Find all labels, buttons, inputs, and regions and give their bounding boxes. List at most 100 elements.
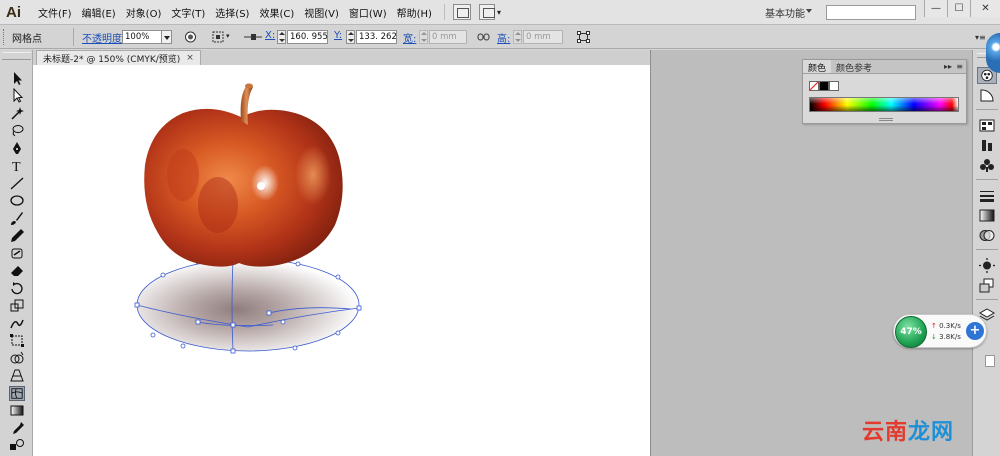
transparency-icon[interactable] [977, 227, 997, 244]
chevron-down-icon[interactable] [806, 9, 812, 13]
chevron-down-icon[interactable]: ▾ [226, 32, 230, 40]
anchor-point-icon[interactable] [244, 31, 262, 43]
document-tab-title: 未标题-2* @ 150% (CMYK/预览) [43, 54, 181, 65]
collapse-panel-icon[interactable]: ▸▸ [944, 62, 952, 71]
menu-window[interactable]: 窗口(W) [349, 5, 387, 20]
tab-color[interactable]: 颜色 [803, 60, 832, 74]
stroke-icon[interactable] [977, 187, 997, 204]
paintbrush-tool-icon[interactable] [9, 211, 25, 226]
ellipse-tool-icon[interactable] [9, 193, 25, 208]
blend-tool-icon[interactable] [9, 438, 25, 453]
bridge-icon[interactable] [452, 4, 471, 20]
x-stepper[interactable] [277, 30, 286, 44]
selection-type-label: 网格点 [12, 34, 42, 45]
appearance-icon[interactable] [977, 257, 997, 274]
tab-color-guide[interactable]: 颜色参考 [831, 60, 877, 74]
divider [976, 299, 998, 300]
plus-icon[interactable]: + [966, 322, 984, 340]
graphic-styles-icon[interactable] [977, 277, 997, 294]
menu-type[interactable]: 文字(T) [171, 5, 205, 20]
close-icon[interactable]: × [186, 53, 194, 63]
dock-scrollbar[interactable] [985, 355, 995, 367]
minimize-button[interactable]: — [924, 0, 947, 17]
workspace-switcher[interactable]: 基本功能 [765, 5, 805, 20]
eyedropper-tool-icon[interactable] [9, 421, 25, 436]
gradient-tool-icon[interactable] [9, 403, 25, 418]
upload-speed: ↑ 0.3K/s [931, 322, 961, 330]
chevron-down-icon[interactable]: ▾ [497, 8, 501, 17]
app-logo: Ai [6, 3, 21, 21]
download-speed: ↓ 3.8K/s [931, 333, 961, 341]
apple-object[interactable] [144, 83, 343, 267]
height-field: 0 mm [523, 30, 563, 44]
menu-edit[interactable]: 编辑(E) [82, 5, 116, 20]
recolor-icon[interactable] [184, 31, 197, 43]
artwork[interactable] [33, 65, 650, 456]
artboard[interactable] [33, 65, 650, 456]
panel-resize-grip[interactable] [879, 118, 893, 121]
align-to-icon[interactable] [212, 31, 225, 43]
menu-effect[interactable]: 效果(C) [259, 5, 294, 20]
close-button[interactable]: ✕ [970, 0, 1000, 17]
pen-tool-icon[interactable] [9, 141, 25, 156]
restore-button[interactable]: ☐ [947, 0, 970, 17]
opacity-field[interactable]: 100% [122, 30, 162, 44]
color-spectrum[interactable] [809, 97, 959, 112]
x-field[interactable]: 160. 955 r [287, 30, 328, 44]
tools-panel-grip[interactable] [2, 52, 31, 60]
link-constrain-icon[interactable] [477, 31, 490, 43]
free-transform-tool-icon[interactable] [9, 333, 25, 348]
opacity-dropdown[interactable] [161, 30, 172, 44]
arrange-documents-icon[interactable] [478, 4, 495, 20]
color-panel-tabs: 颜色 颜色参考 [803, 60, 966, 74]
y-field[interactable]: 133. 262 r [356, 30, 397, 44]
tools-panel: T [0, 50, 33, 456]
document-tab[interactable]: 未标题-2* @ 150% (CMYK/预览) × [36, 50, 201, 65]
perspective-grid-tool-icon[interactable] [9, 368, 25, 383]
document-tab-bar: 未标题-2* @ 150% (CMYK/预览) × [33, 50, 650, 65]
control-bar: 网格点 不透明度 100% ▾ X: 160. 955 r Y: 133. 26… [0, 25, 1000, 49]
panel-menu-icon[interactable]: ≡ [956, 62, 963, 71]
direct-selection-tool-icon[interactable] [9, 88, 25, 103]
type-tool-icon[interactable]: T [9, 158, 25, 173]
width-field: 0 mm [429, 30, 467, 44]
symbols-icon[interactable] [977, 157, 997, 174]
rotate-tool-icon[interactable] [9, 281, 25, 296]
opacity-label[interactable]: 不透明度 [82, 30, 122, 45]
pencil-tool-icon[interactable] [9, 228, 25, 243]
blob-brush-tool-icon[interactable] [9, 246, 25, 261]
floating-assistant-icon[interactable] [986, 33, 1000, 73]
watermark-text-2: 龙网 [908, 420, 955, 445]
transform-icon[interactable] [577, 31, 590, 43]
network-monitor-widget[interactable]: 47% ↑ 0.3K/s ↓ 3.8K/s + [893, 314, 987, 348]
menu-object[interactable]: 对象(O) [126, 5, 162, 20]
search-input[interactable] [826, 5, 916, 20]
menu-view[interactable]: 视图(V) [304, 5, 339, 20]
control-bar-grip[interactable] [3, 29, 7, 45]
warp-tool-icon[interactable] [9, 316, 25, 331]
magic-wand-tool-icon[interactable] [9, 106, 25, 121]
memory-usage-badge[interactable]: 47% [895, 316, 927, 348]
gradient-panel-icon[interactable] [977, 207, 997, 224]
mesh-tool-icon[interactable] [9, 386, 25, 401]
brushes-icon[interactable] [977, 137, 997, 154]
divider [976, 249, 998, 250]
swatches-icon[interactable] [977, 117, 997, 134]
divider [976, 179, 998, 180]
svg-text:T: T [12, 160, 21, 173]
eraser-tool-icon[interactable] [9, 263, 25, 278]
shape-builder-tool-icon[interactable] [9, 351, 25, 366]
menu-select[interactable]: 选择(S) [215, 5, 249, 20]
menu-help[interactable]: 帮助(H) [397, 5, 432, 20]
download-speed-value: 3.8K/s [939, 333, 961, 341]
fill-stroke-swatches[interactable] [809, 81, 839, 91]
panel-dock [972, 50, 1000, 456]
color-guide-icon[interactable] [977, 87, 997, 104]
y-stepper[interactable] [346, 30, 355, 44]
lasso-tool-icon[interactable] [9, 123, 25, 138]
shadow-mesh-object[interactable] [134, 256, 362, 354]
line-segment-tool-icon[interactable] [9, 176, 25, 191]
menu-file[interactable]: 文件(F) [38, 5, 72, 20]
scale-tool-icon[interactable] [9, 298, 25, 313]
selection-tool-icon[interactable] [9, 71, 25, 86]
